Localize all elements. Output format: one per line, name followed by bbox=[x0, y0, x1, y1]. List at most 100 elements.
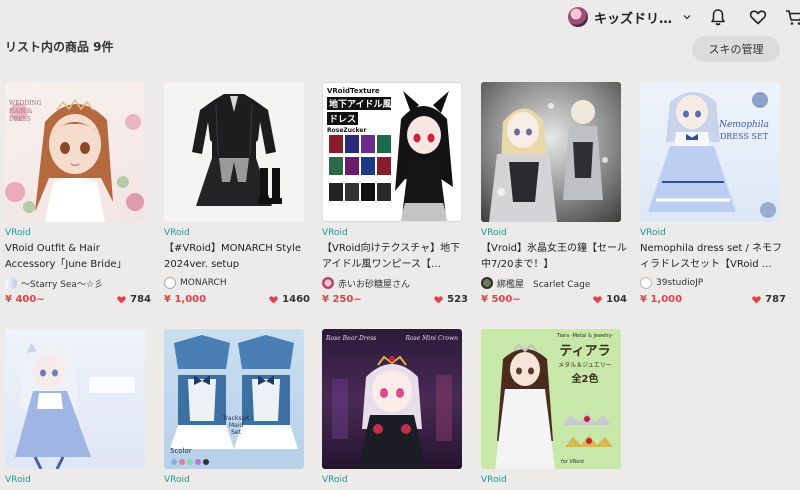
thumbnail-caption: VRoidTexture bbox=[327, 87, 380, 95]
seller[interactable]: 綁檻屋 Scarlet Cage bbox=[481, 276, 627, 290]
product-card[interactable]: VRoid 【Vroid】氷晶女王の鐘【セール中7/20まで！】 綁檻屋 Sca… bbox=[481, 82, 627, 305]
shop-label[interactable]: VRoid bbox=[481, 228, 627, 240]
like-button[interactable]: 784 bbox=[116, 294, 151, 305]
shop-label[interactable]: VRoid bbox=[481, 475, 627, 487]
thumbnail-caption: 5color bbox=[170, 447, 192, 455]
shop-label[interactable]: VRoid bbox=[322, 228, 468, 240]
shop-label[interactable]: VRoid bbox=[640, 228, 786, 240]
price-row: ¥ 250~ 523 bbox=[322, 294, 468, 305]
seller-name: 〜Starry Sea〜☆彡 bbox=[21, 279, 104, 290]
account-menu[interactable]: キッズドリ… bbox=[568, 6, 692, 28]
seller-avatar bbox=[164, 277, 176, 289]
thumbnail-caption: Tiara -Metal & Jewelry- bbox=[556, 333, 614, 339]
product-thumbnail[interactable]: VRoidTexture 地下アイドル風 ドレス RoseZucker bbox=[322, 82, 462, 222]
like-button[interactable]: 787 bbox=[751, 294, 786, 305]
shop-label[interactable]: VRoid bbox=[5, 475, 151, 487]
manage-likes-button[interactable]: スキの管理 bbox=[692, 36, 780, 62]
price: ¥ 250~ bbox=[322, 294, 362, 305]
seller[interactable]: 赤いお砂糖屋さん bbox=[322, 276, 468, 290]
product-card[interactable]: VRoid bbox=[5, 329, 151, 487]
price-row: ¥ 500~ 104 bbox=[481, 294, 627, 305]
seller[interactable]: 〜Starry Sea〜☆彡 bbox=[5, 276, 151, 290]
shop-label[interactable]: VRoid bbox=[5, 228, 151, 240]
thumbnail-caption: 全2色 bbox=[571, 374, 599, 385]
product-title[interactable]: 【VRoid向けテクスチャ】地下アイドル風ワンピース【… bbox=[322, 241, 468, 273]
product-thumbnail[interactable] bbox=[481, 82, 621, 222]
price: ¥ 1,000 bbox=[640, 294, 683, 305]
like-button[interactable]: 523 bbox=[433, 294, 468, 305]
seller-avatar bbox=[322, 277, 334, 289]
thumbnail-caption: Tracksuit Maid bbox=[222, 415, 250, 429]
like-button[interactable]: 104 bbox=[592, 294, 627, 305]
product-thumbnail[interactable]: Nemophila DRESS SET bbox=[640, 82, 780, 222]
shop-label[interactable]: VRoid bbox=[164, 475, 310, 487]
product-card[interactable]: VRoid 【#VRoid】MONARCH Style 2024ver. set… bbox=[164, 82, 310, 305]
seller-avatar bbox=[640, 277, 652, 289]
product-title[interactable]: 【#VRoid】MONARCH Style 2024ver. setup #MO… bbox=[164, 241, 310, 273]
seller-name: 綁檻屋 Scarlet Cage bbox=[497, 279, 591, 290]
seller[interactable]: 39studioJP bbox=[640, 276, 786, 290]
product-card[interactable]: WEDDING HAIR & DRESS VRoid VRoid Outfit … bbox=[5, 82, 151, 305]
seller-avatar bbox=[5, 277, 17, 289]
thumbnail-caption: Set bbox=[231, 429, 241, 436]
heart-icon[interactable] bbox=[748, 7, 768, 27]
product-thumbnail[interactable]: Rose Bear Dress Rose Mini Crown bbox=[322, 329, 462, 469]
product-title[interactable]: VRoid Outfit & Hair Accessory「June Bride… bbox=[5, 241, 151, 273]
like-count: 104 bbox=[606, 294, 627, 305]
price: ¥ 1,000 bbox=[164, 294, 207, 305]
seller-name: 赤いお砂糖屋さん bbox=[338, 279, 411, 290]
heart-icon bbox=[117, 296, 126, 304]
product-thumbnail[interactable] bbox=[5, 329, 145, 469]
product-card[interactable]: VRoidTexture 地下アイドル風 ドレス RoseZucker VRoi… bbox=[322, 82, 468, 305]
seller-name: 39studioJP bbox=[656, 278, 704, 288]
bell-icon[interactable] bbox=[708, 7, 728, 27]
seller[interactable]: MONARCH bbox=[164, 276, 310, 290]
thumbnail-heading: Rose Bear Dress Rose Mini Crown bbox=[326, 335, 458, 342]
thumbnail-caption: for VRoid bbox=[561, 459, 584, 465]
like-count: 523 bbox=[447, 294, 468, 305]
price-row: ¥ 400~ 784 bbox=[5, 294, 151, 305]
top-bar: キッズドリ… bbox=[0, 0, 800, 36]
chevron-down-icon bbox=[683, 15, 691, 20]
thumbnail-caption: メタル＆ジュエリー bbox=[558, 362, 612, 369]
price: ¥ 500~ bbox=[481, 294, 521, 305]
account-name: キッズドリ… bbox=[594, 11, 673, 27]
product-thumbnail[interactable] bbox=[164, 82, 304, 222]
thumbnail-caption: Nemophila bbox=[719, 120, 769, 130]
thumbnail-caption: ドレス bbox=[327, 112, 359, 125]
price-row: ¥ 1,000 1460 bbox=[164, 294, 310, 305]
heart-icon bbox=[593, 296, 602, 304]
product-thumbnail[interactable]: Tiara -Metal & Jewelry- ティアラ メタル＆ジュエリー 全… bbox=[481, 329, 621, 469]
like-count: 784 bbox=[130, 294, 151, 305]
product-card[interactable]: Tiara -Metal & Jewelry- ティアラ メタル＆ジュエリー 全… bbox=[481, 329, 627, 487]
shop-label[interactable]: VRoid bbox=[164, 228, 310, 240]
thumbnail-caption: RoseZucker bbox=[327, 127, 367, 134]
like-button[interactable]: 1460 bbox=[268, 294, 310, 305]
thumbnail-caption: ティアラ bbox=[559, 344, 611, 359]
thumbnail-heading: Tracksuit Maid Set bbox=[216, 415, 256, 436]
avatar bbox=[568, 7, 588, 27]
thumbnail-caption: Rose Bear Dress bbox=[326, 335, 377, 342]
like-count: 1460 bbox=[282, 294, 310, 305]
price-row: ¥ 1,000 787 bbox=[640, 294, 786, 305]
heart-icon bbox=[752, 296, 761, 304]
product-card[interactable]: Tracksuit Maid Set 5color VRoid bbox=[164, 329, 310, 487]
list-header: リスト内の商品 9件 bbox=[0, 36, 800, 56]
product-thumbnail[interactable]: Tracksuit Maid Set 5color bbox=[164, 329, 304, 469]
heart-icon bbox=[434, 296, 443, 304]
product-title[interactable]: Nemophila dress set / ネモフィラドレスセット【VRoid … bbox=[640, 241, 786, 273]
cart-icon[interactable] bbox=[784, 7, 800, 27]
seller-avatar bbox=[481, 277, 493, 289]
thumbnail-caption: DRESS SET bbox=[719, 132, 769, 141]
product-thumbnail[interactable]: WEDDING HAIR & DRESS bbox=[5, 82, 145, 222]
product-card[interactable]: Nemophila DRESS SET VRoid Nemophila dres… bbox=[640, 82, 786, 305]
seller-name: MONARCH bbox=[180, 278, 227, 288]
product-card[interactable]: Rose Bear Dress Rose Mini Crown VRoid bbox=[322, 329, 468, 487]
thumbnail-caption: 地下アイドル風 bbox=[327, 97, 392, 110]
shop-label[interactable]: VRoid bbox=[322, 475, 468, 487]
like-count: 787 bbox=[765, 294, 786, 305]
price: ¥ 400~ bbox=[5, 294, 45, 305]
thumbnail-heading: Nemophila DRESS SET bbox=[712, 120, 776, 141]
list-title: リスト内の商品 9件 bbox=[5, 40, 114, 54]
product-title[interactable]: 【Vroid】氷晶女王の鐘【セール中7/20まで！】 bbox=[481, 241, 627, 273]
